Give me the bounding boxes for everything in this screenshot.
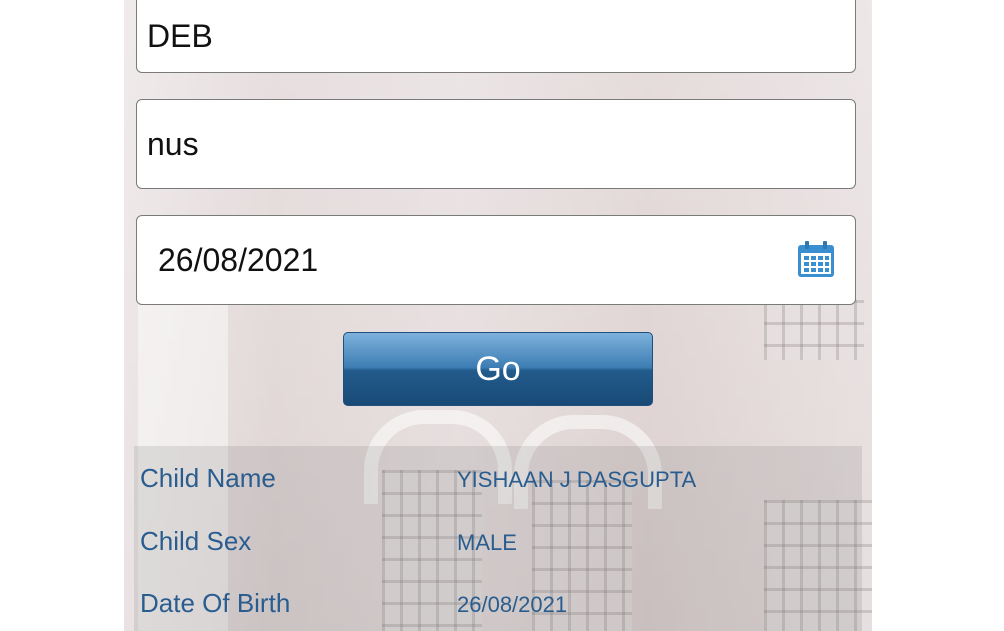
child-sex-value: MALE	[457, 530, 517, 555]
go-button[interactable]: Go	[343, 332, 653, 406]
background-building-window	[764, 300, 864, 360]
date-of-birth-field[interactable]	[136, 215, 856, 305]
result-row-date-of-birth: Date Of Birth 26/08/2021	[140, 588, 856, 628]
result-row-child-sex: Child Sex MALE	[140, 526, 856, 566]
child-sex-label: Child Sex	[140, 526, 252, 556]
last-name-field[interactable]	[136, 99, 856, 189]
calendar-icon[interactable]	[797, 240, 835, 278]
app-screen: Go Child Name YISHAAN J DASGUPTA Child S…	[124, 0, 872, 631]
first-name-input[interactable]	[137, 4, 855, 55]
last-name-input[interactable]	[137, 125, 855, 163]
date-of-birth-label: Date Of Birth	[140, 588, 291, 618]
child-name-label: Child Name	[140, 463, 276, 493]
first-name-field[interactable]	[136, 0, 856, 73]
results-panel: Child Name YISHAAN J DASGUPTA Child Sex …	[134, 446, 862, 631]
go-button-label: Go	[475, 349, 521, 388]
date-of-birth-value: 26/08/2021	[457, 592, 568, 617]
child-name-value: YISHAAN J DASGUPTA	[457, 467, 697, 492]
date-of-birth-input[interactable]	[137, 241, 855, 279]
result-row-child-name: Child Name YISHAAN J DASGUPTA	[140, 463, 856, 503]
